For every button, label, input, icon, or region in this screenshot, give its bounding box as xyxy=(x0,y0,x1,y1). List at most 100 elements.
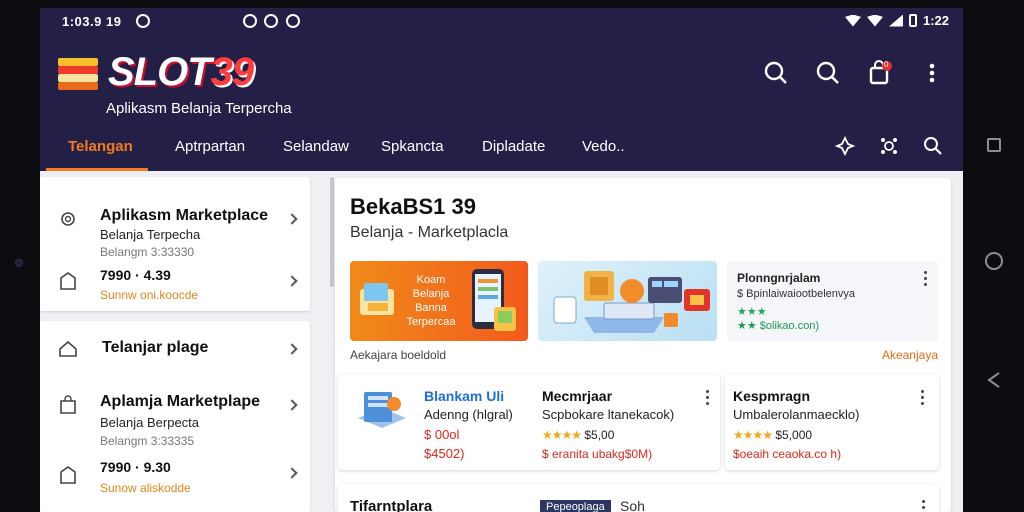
promo-banner-1[interactable]: Koam Belanja Banna Terpercaa xyxy=(350,261,528,341)
home-icon xyxy=(58,339,78,359)
sidebar-item-price[interactable]: 7990 · 9.30 Sunow aliskodde xyxy=(40,453,310,512)
sidebar-item-subtitle: Belanja Berpecta xyxy=(100,415,200,430)
banner-reviews: ★★ $olikao.con) xyxy=(737,320,820,332)
search-icon[interactable] xyxy=(763,60,789,86)
chevron-right-icon xyxy=(286,343,298,355)
app-screen: 1:03.9 19 1:22 SLOT39 Aplikasm Belanja T… xyxy=(40,8,963,512)
tab-actions xyxy=(834,135,943,161)
more-vert-icon[interactable] xyxy=(924,271,928,287)
app-notification-icon xyxy=(136,14,150,28)
pin-icon[interactable] xyxy=(834,135,856,161)
product-title: Kespmragn xyxy=(733,388,811,404)
app-tagline: Aplikasm Belanja Terpercha xyxy=(106,100,292,117)
sidebar-item-price[interactable]: 7990 · 4.39 Sunnw oni.koocde xyxy=(40,259,310,311)
chevron-right-icon xyxy=(286,399,298,411)
product-title: Mecmrjaar xyxy=(542,388,613,404)
see-all-link[interactable]: Akeanjaya xyxy=(882,348,938,362)
status-bar: 1:03.9 19 1:22 xyxy=(40,8,963,34)
back-button[interactable] xyxy=(986,371,1002,389)
tab-selandaw[interactable]: Selandaw xyxy=(283,138,349,155)
bag-icon xyxy=(58,271,78,291)
rating-stars: ★★★★ xyxy=(733,428,773,442)
product-rating: ★★★★ $5,000 xyxy=(733,428,812,442)
settings-share-icon[interactable] xyxy=(879,136,899,161)
sidebar-item-link[interactable]: Sunnw oni.koocde xyxy=(100,288,198,302)
smiley-icon xyxy=(243,14,257,28)
product-sold: $oeaih ceaoka.co h) xyxy=(733,447,842,461)
more-vert-icon[interactable] xyxy=(706,390,710,406)
tab-spkancta[interactable]: Spkancta xyxy=(381,138,444,155)
search-icon[interactable] xyxy=(923,136,943,161)
more-vert-icon[interactable] xyxy=(922,500,926,512)
sidebar-item-link[interactable]: Sunow aliskodde xyxy=(100,481,191,495)
product-desc: Adenng (hlgral) xyxy=(424,407,513,422)
tab-dipladate[interactable]: Dipladate xyxy=(482,138,545,155)
battery-icon xyxy=(908,14,917,27)
wifi-icon xyxy=(866,14,883,27)
home-button[interactable] xyxy=(985,252,1003,270)
alarm-icon xyxy=(286,14,300,28)
chevron-right-icon xyxy=(286,467,298,479)
promo-banner-3[interactable]: Plonngnrjalam $ Bpinlaiwaiootbelenvya ★★… xyxy=(727,261,938,341)
section-badge[interactable]: Pepeoplaga xyxy=(540,500,611,512)
sidebar-item-title: Aplamja Marketplape xyxy=(100,393,261,410)
wifi-icon xyxy=(844,14,861,27)
banner-title: Plonngnrjalam xyxy=(737,271,821,285)
product-price: $ 00ol xyxy=(424,427,460,442)
sidebar-item-subtitle: Belanja Terpecha xyxy=(100,227,201,242)
sidebar-card: Aplikasm Marketplace Belanja Terpecha Be… xyxy=(40,177,310,311)
page-title: BekaBS1 39 xyxy=(350,194,476,219)
sidebar-item-title: Telanjar plage xyxy=(102,339,209,356)
sidebar-item-telanjar[interactable]: Telanjar plage xyxy=(40,321,310,373)
banner-subtitle: $ Bpinlaiwaiootbelenvya xyxy=(737,288,856,300)
chevron-right-icon xyxy=(286,213,298,225)
logo-wordmark: SLOT39 xyxy=(108,50,254,94)
smiley-icon xyxy=(264,14,278,28)
sidebar-item-meta: Belangm 3:33330 xyxy=(100,245,195,259)
tab-vedo[interactable]: Vedo.. xyxy=(582,138,625,155)
bag-icon xyxy=(58,465,78,485)
tab-aptrpartan[interactable]: Aptrpartan xyxy=(175,138,245,155)
product-image-icon xyxy=(358,392,406,428)
page-subtitle: Belanja - Marketplacla xyxy=(350,224,509,241)
product-price: $5,000 xyxy=(775,428,813,442)
sidebar-item-aplamja[interactable]: Aplamja Marketplape Belanja Berpecta Bel… xyxy=(40,373,310,453)
search-icon[interactable] xyxy=(815,60,841,86)
device-frame: 1:03.9 19 1:22 SLOT39 Aplikasm Belanja T… xyxy=(0,0,1024,512)
sidebar-card: Telanjar plage Aplamja Marketplape Belan… xyxy=(40,321,310,512)
rating-stars: ★★★ xyxy=(737,306,767,318)
sidebar-item-price-text: 7990 · 9.30 xyxy=(100,459,171,475)
status-time: 1:03.9 19 xyxy=(62,14,122,29)
cart-icon[interactable]: 0 xyxy=(867,60,893,86)
product-price: $5,00 xyxy=(584,428,615,442)
section-header-card[interactable]: Tifarntplara Pepeoplaga Soh xyxy=(338,484,939,512)
rating-stars: ★★★★ xyxy=(542,428,582,442)
sort-label[interactable]: Soh xyxy=(620,498,645,512)
sidebar-item-aplikasm[interactable]: Aplikasm Marketplace Belanja Terpecha Be… xyxy=(40,177,310,259)
more-vert-icon[interactable] xyxy=(919,60,945,86)
status-right: 1:22 xyxy=(844,13,949,28)
product-desc: Scpbokare ltanekacok) xyxy=(542,407,675,422)
header-actions: 0 xyxy=(763,60,945,86)
box-illustration-icon xyxy=(360,283,394,315)
bag-icon xyxy=(58,395,78,415)
promo-banner-2[interactable] xyxy=(538,261,717,341)
phone-illustration-icon xyxy=(472,269,516,331)
marketplace-illustration-icon xyxy=(553,271,710,333)
cart-badge: 0 xyxy=(884,60,889,69)
more-vert-icon[interactable] xyxy=(921,390,925,406)
section-caption: Aekajara boeldold xyxy=(350,348,447,362)
gear-icon xyxy=(58,209,78,229)
product-card[interactable]: Blankam Uli Adenng (hlgral) $ 00ol $4502… xyxy=(338,374,720,470)
product-card[interactable]: Kespmragn Umbalerolanmaecklo) ★★★★ $5,00… xyxy=(725,374,939,470)
signal-icon xyxy=(888,14,903,27)
sidebar-scrollbar[interactable] xyxy=(330,177,334,287)
tab-telangan[interactable]: Telangan xyxy=(68,138,133,155)
product-rating: ★★★★ $5,00 xyxy=(542,428,614,442)
product-desc: Umbalerolanmaecklo) xyxy=(733,407,860,422)
product-sold: $ eranita ubakg$0M) xyxy=(542,447,653,461)
front-camera xyxy=(15,259,23,267)
recents-button[interactable] xyxy=(987,138,1001,152)
product-price-secondary: $4502) xyxy=(424,446,465,461)
chevron-right-icon xyxy=(286,275,298,287)
